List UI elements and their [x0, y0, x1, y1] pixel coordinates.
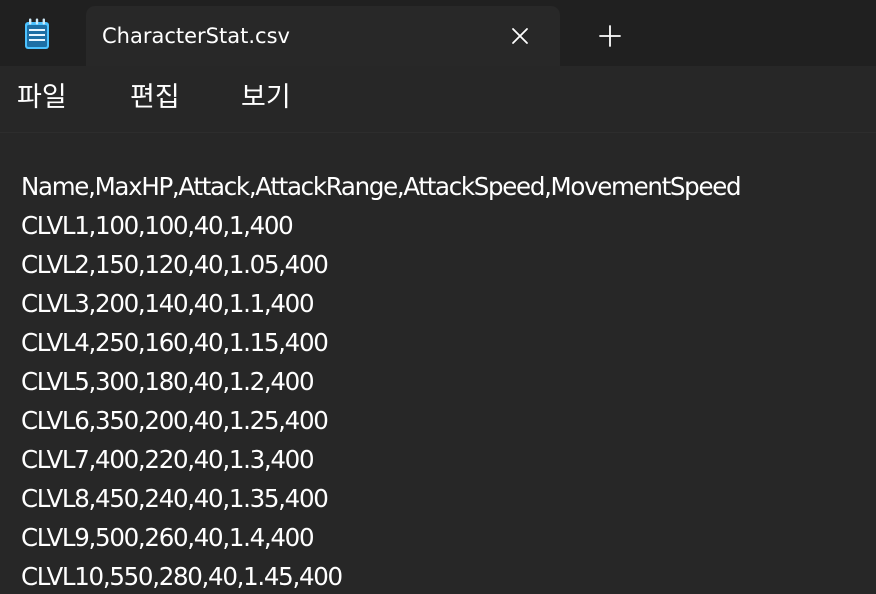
- editor-line: CLVL3,200,140,40,1.1,400: [21, 289, 315, 318]
- title-bar: CharacterStat.csv: [0, 0, 876, 66]
- editor-line: CLVL8,450,240,40,1.35,400: [21, 484, 329, 513]
- menu-edit[interactable]: 편집: [130, 80, 180, 116]
- editor-line: CLVL9,500,260,40,1.4,400: [21, 523, 315, 552]
- editor-line: CLVL5,300,180,40,1.2,400: [21, 367, 315, 396]
- tab-title: CharacterStat.csv: [102, 24, 290, 48]
- editor-line: CLVL2,150,120,40,1.05,400: [21, 250, 329, 279]
- editor-line: CLVL6,350,200,40,1.25,400: [21, 406, 329, 435]
- editor-line: CLVL7,400,220,40,1.3,400: [21, 445, 315, 474]
- editor-line: Name,MaxHP,Attack,AttackRange,AttackSpee…: [21, 172, 742, 201]
- editor-line: CLVL10,550,280,40,1.45,400: [21, 562, 343, 591]
- menu-view[interactable]: 보기: [241, 80, 291, 116]
- text-editor[interactable]: Name,MaxHP,Attack,AttackRange,AttackSpee…: [0, 133, 876, 594]
- notepad-icon: [24, 18, 50, 50]
- plus-icon[interactable]: [592, 18, 628, 54]
- close-icon[interactable]: [504, 20, 536, 52]
- menu-file[interactable]: 파일: [17, 80, 67, 116]
- menu-bar: 파일 편집 보기: [0, 66, 876, 132]
- editor-line: CLVL1,100,100,40,1,400: [21, 211, 294, 240]
- editor-line: CLVL4,250,160,40,1.15,400: [21, 328, 329, 357]
- tab-file[interactable]: CharacterStat.csv: [86, 6, 560, 66]
- editor-lines: Name,MaxHP,Attack,AttackRange,AttackSpee…: [21, 167, 742, 594]
